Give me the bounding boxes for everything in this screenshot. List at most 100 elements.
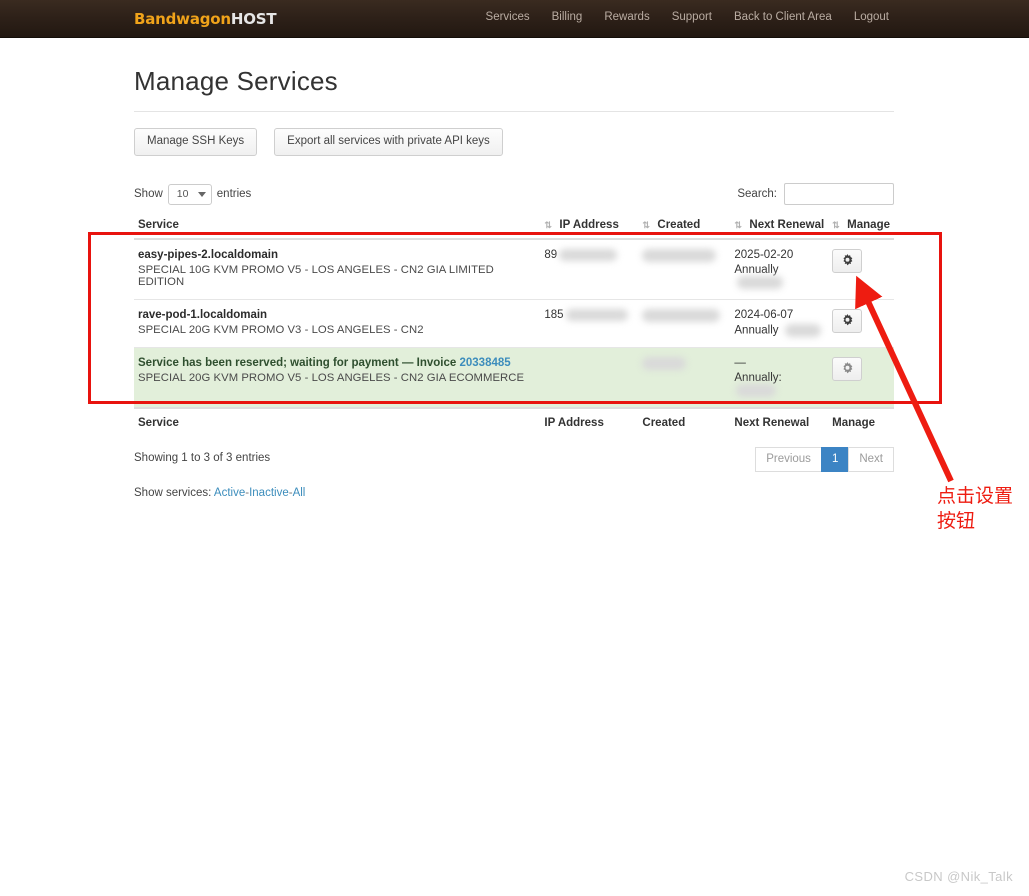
datatable-controls: Show 10 entries Search: (134, 184, 894, 208)
logo-text-host: HOST (231, 10, 277, 28)
page-length-value: 10 (177, 188, 189, 200)
service-hostname[interactable]: easy-pipes-2.localdomain (138, 249, 536, 261)
billing-cycle: Annually (734, 264, 778, 276)
sort-icon-created: ⇅ (642, 220, 651, 231)
manage-gear-button[interactable] (832, 309, 862, 333)
cell-next-renewal: — Annually: (730, 347, 828, 408)
ip-prefix: 89 (544, 249, 557, 261)
gear-icon (841, 314, 854, 327)
show-services-filter: Show services: Active-Inactive-All (134, 487, 894, 499)
entries-label: entries (217, 188, 252, 200)
column-header-ip-address[interactable]: ⇅IP Address (540, 214, 638, 239)
table-row[interactable]: rave-pod-1.localdomain SPECIAL 20G KVM P… (134, 299, 894, 347)
column-header-next-renewal[interactable]: ⇅Next Renewal (730, 214, 828, 239)
table-row[interactable]: easy-pipes-2.localdomain SPECIAL 10G KVM… (134, 239, 894, 300)
datatable-footer: Showing 1 to 3 of 3 entries Previous 1 N… (134, 447, 894, 477)
created-redacted-block (642, 309, 720, 322)
table-row[interactable]: Service has been reserved; waiting for p… (134, 347, 894, 408)
table-footer-row: Service IP Address Created Next Renewal … (134, 408, 894, 436)
next-renewal-date: 2025-02-20 (734, 249, 824, 261)
cell-manage (828, 347, 894, 408)
cell-service: Service has been reserved; waiting for p… (134, 347, 540, 408)
cell-next-renewal: 2025-02-20 Annually (730, 239, 828, 300)
gear-icon (841, 254, 854, 267)
entries-length-control: Show 10 entries (134, 184, 251, 205)
column-header-service[interactable]: Service (134, 214, 540, 239)
manage-ssh-keys-button[interactable]: Manage SSH Keys (134, 128, 257, 156)
top-navigation-bar: BandwagonHOST Services Billing Rewards S… (0, 0, 1029, 38)
cell-ip-address: 185 (540, 299, 638, 347)
filter-link-inactive[interactable]: Inactive (249, 487, 289, 499)
datatable-info: Showing 1 to 3 of 3 entries (134, 452, 270, 464)
search-control: Search: (737, 183, 894, 205)
logo-text-bandwagon: Bandwagon (134, 10, 231, 28)
action-button-row: Manage SSH Keys Export all services with… (134, 128, 894, 156)
column-header-ip-label: IP Address (559, 219, 618, 231)
column-header-renewal-label: Next Renewal (749, 219, 824, 231)
bandwagonhost-logo[interactable]: BandwagonHOST (134, 10, 276, 28)
annotation-line-2: 按钮 (937, 509, 1013, 534)
ip-redacted-block (566, 309, 628, 321)
created-redacted-block (642, 357, 686, 370)
table-header-row: Service ⇅IP Address ⇅ Created ⇅Next Renew… (134, 214, 894, 239)
nav-link-services[interactable]: Services (486, 11, 530, 23)
ip-prefix: 185 (544, 309, 563, 321)
billing-cycle: Annually: (734, 372, 781, 384)
footer-header-next-renewal: Next Renewal (730, 408, 828, 436)
billing-cycle: Annually (734, 324, 778, 336)
cell-ip-address (540, 347, 638, 408)
show-services-label: Show services: (134, 487, 211, 499)
page-title: Manage Services (134, 38, 894, 111)
nav-link-rewards[interactable]: Rewards (604, 11, 649, 23)
manage-gear-button[interactable] (832, 249, 862, 273)
reserved-message-text: Service has been reserved; waiting for p… (138, 357, 459, 369)
price-redacted-block (737, 276, 783, 289)
nav-link-logout[interactable]: Logout (854, 11, 889, 23)
nav-link-billing[interactable]: Billing (552, 11, 583, 23)
nav-link-back-to-client-area[interactable]: Back to Client Area (734, 11, 832, 23)
search-input[interactable] (784, 183, 894, 205)
column-header-created-label: Created (657, 219, 700, 231)
show-label: Show (134, 188, 163, 200)
services-table: Service ⇅IP Address ⇅ Created ⇅Next Renew… (134, 214, 894, 436)
title-divider (134, 111, 894, 112)
cell-service: easy-pipes-2.localdomain SPECIAL 10G KVM… (134, 239, 540, 300)
service-plan: SPECIAL 20G KVM PROMO V3 - LOS ANGELES -… (138, 324, 536, 336)
pagination-page-1[interactable]: 1 (821, 447, 848, 472)
service-hostname[interactable]: rave-pod-1.localdomain (138, 309, 536, 321)
cell-manage (828, 299, 894, 347)
next-renewal-date: — (734, 357, 824, 369)
cell-created (638, 299, 730, 347)
price-redacted-block (785, 324, 821, 337)
footer-header-created: Created (638, 408, 730, 436)
footer-header-ip-address: IP Address (540, 408, 638, 436)
top-nav-links: Services Billing Rewards Support Back to… (486, 11, 889, 23)
pagination: Previous 1 Next (755, 447, 894, 472)
nav-link-support[interactable]: Support (672, 11, 712, 23)
next-renewal-date: 2024-06-07 (734, 309, 824, 321)
cell-manage (828, 239, 894, 300)
export-services-api-keys-button[interactable]: Export all services with private API key… (274, 128, 503, 156)
manage-gear-button[interactable] (832, 357, 862, 381)
csdn-watermark: CSDN @Nik_Talk (905, 869, 1013, 884)
annotation-label: 点击设置 按钮 (937, 484, 1013, 534)
filter-link-active[interactable]: Active (214, 487, 245, 499)
cell-created (638, 239, 730, 300)
cell-next-renewal: 2024-06-07 Annually (730, 299, 828, 347)
invoice-link[interactable]: 20338485 (459, 357, 510, 369)
pagination-previous[interactable]: Previous (755, 447, 821, 472)
footer-header-service: Service (134, 408, 540, 436)
service-reserved-message: Service has been reserved; waiting for p… (138, 357, 536, 369)
service-plan: SPECIAL 20G KVM PROMO V5 - LOS ANGELES -… (138, 372, 536, 384)
service-plan: SPECIAL 10G KVM PROMO V5 - LOS ANGELES -… (138, 264, 536, 288)
column-header-manage[interactable]: ⇅Manage (828, 214, 894, 239)
pagination-next[interactable]: Next (848, 447, 894, 472)
cell-created (638, 347, 730, 408)
column-header-created[interactable]: ⇅ Created (638, 214, 730, 239)
page-length-select[interactable]: 10 (168, 184, 212, 205)
column-header-service-label: Service (138, 219, 179, 231)
chevron-down-icon (198, 192, 206, 197)
column-header-manage-label: Manage (847, 219, 890, 231)
created-redacted-block (642, 249, 716, 262)
filter-link-all[interactable]: All (293, 487, 306, 499)
